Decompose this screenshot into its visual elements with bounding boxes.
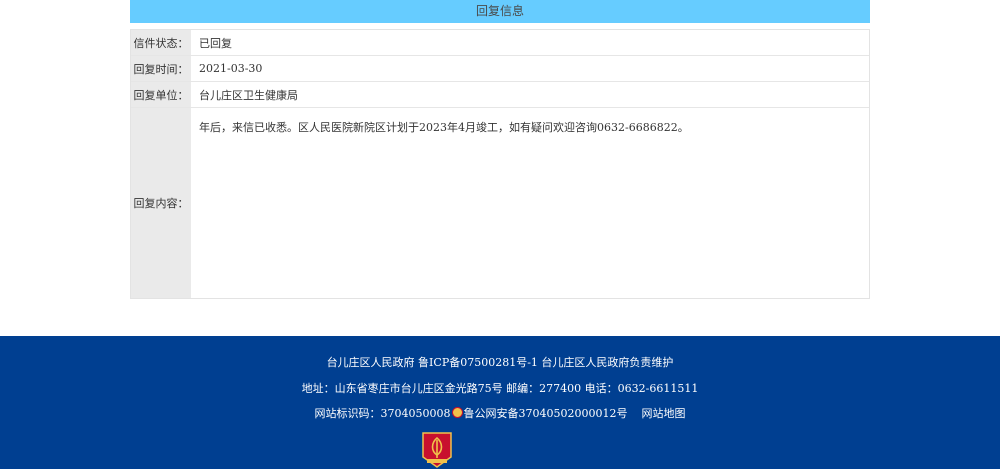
footer-copyright: 台儿庄区人民政府 鲁ICP备07500281号-1 台儿庄区人民政府负责维护 <box>326 356 674 369</box>
police-badge-icon <box>451 407 463 418</box>
footer-records: 网站标识码：3704050008 鲁公网安备37040502000012号 网站地图 <box>0 405 1000 421</box>
site-code: 网站标识码：3704050008 <box>314 407 451 420</box>
panel-title: 回复信息 <box>130 0 870 23</box>
reply-content-value: 年后，来信已收悉。区人民医院新院区计划于2023年4月竣工，如有疑问欢迎咨询06… <box>199 121 689 134</box>
reply-time-row: 回复时间： 2021-03-30 <box>131 56 869 82</box>
reply-content-row: 回复内容： 年后，来信已收悉。区人民医院新院区计划于2023年4月竣工，如有疑问… <box>131 108 869 298</box>
reply-unit-value: 台儿庄区卫生健康局 <box>199 88 298 102</box>
sitemap-link[interactable]: 网站地图 <box>641 407 685 420</box>
status-row: 信件状态： 已回复 <box>131 30 869 56</box>
reply-content-label: 回复内容： <box>131 108 191 298</box>
status-label: 信件状态： <box>131 30 191 55</box>
police-record-link[interactable]: 鲁公网安备37040502000012号 <box>464 407 628 420</box>
reply-info-panel: 回复信息 信件状态： 已回复 回复时间： 2021-03-30 回复单位： 台儿… <box>130 0 870 299</box>
reply-time-label: 回复时间： <box>131 56 191 81</box>
status-value: 已回复 <box>199 36 232 50</box>
party-government-emblem-icon[interactable] <box>421 431 453 469</box>
reply-time-value: 2021-03-30 <box>199 62 263 75</box>
reply-unit-row: 回复单位： 台儿庄区卫生健康局 <box>131 82 869 108</box>
footer-address: 地址：山东省枣庄市台儿庄区金光路75号 邮编：277400 电话：0632-66… <box>301 382 699 395</box>
reply-info-table: 信件状态： 已回复 回复时间： 2021-03-30 回复单位： 台儿庄区卫生健… <box>130 29 870 299</box>
reply-unit-label: 回复单位： <box>131 82 191 107</box>
site-footer: 台儿庄区人民政府 鲁ICP备07500281号-1 台儿庄区人民政府负责维护 地… <box>0 336 1000 469</box>
